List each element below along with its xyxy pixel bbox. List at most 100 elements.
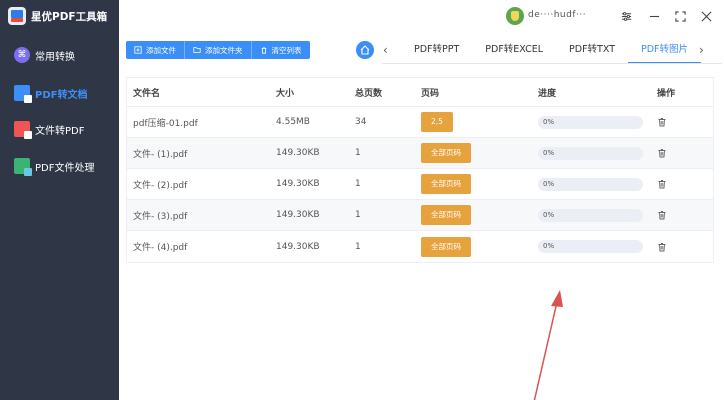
page-range-label[interactable]: 2,5 bbox=[421, 112, 453, 132]
file-size: 149.30KB bbox=[276, 210, 320, 220]
maximize-icon[interactable] bbox=[671, 7, 689, 25]
progress-bar: 0% bbox=[538, 177, 643, 191]
trash-icon bbox=[658, 149, 666, 158]
page-range-button[interactable]: 全部页码 bbox=[421, 143, 471, 163]
file-name: 文件- (2).pdf bbox=[133, 180, 188, 191]
table-header: 文件名 大小 总页数 页码 进度 操作 bbox=[127, 78, 713, 107]
file-name: pdf压缩-01.pdf bbox=[133, 118, 198, 129]
trash-icon bbox=[658, 118, 666, 127]
table-row[interactable]: 文件- (4).pdf 149.30KB 1 全部页码 0% bbox=[127, 231, 713, 262]
file-size: 149.30KB bbox=[276, 148, 320, 158]
page-count: 1 bbox=[355, 148, 361, 158]
grid-icon bbox=[14, 47, 30, 63]
progress-bar: 0% bbox=[538, 240, 643, 253]
close-icon[interactable] bbox=[697, 7, 715, 25]
progress-bar: 0% bbox=[538, 208, 643, 222]
tab-pdf-to-txt[interactable]: PDF转TXT bbox=[556, 42, 628, 64]
column-header-pages: 总页数 bbox=[355, 88, 383, 99]
progress-bar: 0% bbox=[538, 146, 643, 160]
progress-text: 0% bbox=[543, 210, 555, 219]
add-file-label: 添加文件 bbox=[146, 45, 176, 55]
table-body: pdf压缩-01.pdf 4.55MB 34 2,5 0% 文件- (1).pd… bbox=[127, 107, 713, 262]
toolbar: 添加文件 添加文件夹 清空列表 bbox=[126, 41, 310, 59]
delete-button[interactable] bbox=[657, 242, 667, 252]
table-row[interactable]: 文件- (2).pdf 149.30KB 1 全部页码 0% bbox=[127, 169, 713, 200]
trash-icon bbox=[658, 180, 666, 189]
file-size: 149.30KB bbox=[276, 179, 320, 189]
sidebar-item-common-convert[interactable]: 常用转换 bbox=[0, 44, 119, 66]
column-header-filename: 文件名 bbox=[133, 88, 161, 99]
delete-button[interactable] bbox=[657, 148, 667, 158]
delete-button[interactable] bbox=[657, 117, 667, 127]
page-range-button[interactable]: 全部页码 bbox=[421, 174, 471, 194]
clear-list-button[interactable]: 清空列表 bbox=[252, 41, 310, 59]
trash-icon bbox=[261, 47, 266, 54]
add-folder-button[interactable]: 添加文件夹 bbox=[185, 41, 252, 59]
file-name: 文件- (3).pdf bbox=[133, 211, 188, 222]
file-name: 文件- (4).pdf bbox=[133, 243, 188, 253]
tab-bar: PDF转PPT PDF转EXCEL PDF转TXT PDF转图片 bbox=[401, 42, 702, 64]
tab-pdf-to-excel[interactable]: PDF转EXCEL bbox=[472, 42, 556, 64]
file-to-pdf-icon bbox=[14, 121, 32, 139]
user-avatar[interactable] bbox=[506, 7, 524, 25]
file-table: 文件名 大小 总页数 页码 进度 操作 pdf压缩-01.pdf 4.55MB … bbox=[126, 77, 714, 263]
main-panel: 添加文件 添加文件夹 清空列表 ‹ › PDF转PPT PDF转EXCEL PD… bbox=[119, 34, 724, 400]
trash-icon bbox=[658, 211, 666, 220]
page-count: 34 bbox=[355, 117, 367, 127]
file-size: 4.55MB bbox=[276, 117, 310, 127]
trash-icon bbox=[658, 242, 666, 251]
page-range-label[interactable]: 全部页码 bbox=[421, 205, 471, 225]
settings-icon[interactable] bbox=[617, 7, 635, 25]
add-folder-label: 添加文件夹 bbox=[205, 45, 243, 55]
page-range-button[interactable]: 全部页码 bbox=[421, 236, 471, 257]
tabs-divider bbox=[382, 63, 722, 64]
column-header-size: 大小 bbox=[276, 88, 295, 99]
sidebar-item-pdf-to-doc[interactable]: PDF转文档 bbox=[0, 82, 119, 104]
pdf-doc-icon bbox=[14, 85, 32, 103]
app-title: 星优PDF工具箱 bbox=[31, 10, 108, 23]
page-range-button[interactable]: 2,5 bbox=[421, 112, 453, 132]
page-count: 1 bbox=[355, 241, 361, 252]
add-file-icon bbox=[134, 46, 142, 54]
progress-text: 0% bbox=[543, 148, 555, 157]
page-range-label[interactable]: 全部页码 bbox=[421, 236, 471, 257]
tab-pdf-to-ppt[interactable]: PDF转PPT bbox=[401, 42, 472, 64]
table-row[interactable]: 文件- (3).pdf 149.30KB 1 全部页码 0% bbox=[127, 200, 713, 231]
user-name[interactable]: de····hudf··· bbox=[528, 10, 586, 20]
sidebar-item-label: 常用转换 bbox=[35, 51, 75, 63]
brand: 星优PDF工具箱 bbox=[8, 6, 107, 26]
progress-text: 0% bbox=[543, 117, 555, 126]
sidebar-item-pdf-process[interactable]: PDF文件处理 bbox=[0, 155, 119, 177]
column-header-progress: 进度 bbox=[538, 88, 557, 99]
page-count: 1 bbox=[355, 179, 361, 189]
minimize-icon[interactable] bbox=[645, 7, 663, 25]
sidebar-item-label: PDF转文档 bbox=[35, 89, 88, 101]
table-row[interactable]: pdf压缩-01.pdf 4.55MB 34 2,5 0% bbox=[127, 107, 713, 138]
home-button[interactable] bbox=[356, 41, 374, 59]
sidebar: 星优PDF工具箱 常用转换 PDF转文档 文件转PDF PDF文件处理 bbox=[0, 0, 119, 400]
window-header: de····hudf··· bbox=[119, 0, 724, 34]
sidebar-item-file-to-pdf[interactable]: 文件转PDF bbox=[0, 118, 119, 140]
chevron-left-icon[interactable]: ‹ bbox=[383, 43, 388, 57]
tab-pdf-to-image[interactable]: PDF转图片 bbox=[628, 42, 702, 64]
progress-text: 0% bbox=[543, 179, 555, 188]
page-range-label[interactable]: 全部页码 bbox=[421, 143, 471, 163]
progress-bar: 0% bbox=[538, 115, 643, 129]
sidebar-item-label: PDF文件处理 bbox=[35, 162, 95, 174]
clear-list-label: 清空列表 bbox=[271, 45, 302, 55]
sidebar-item-label: 文件转PDF bbox=[35, 125, 85, 137]
file-size: 149.30KB bbox=[276, 241, 320, 252]
page-range-label[interactable]: 全部页码 bbox=[421, 174, 471, 194]
folder-icon bbox=[193, 47, 201, 53]
column-header-actions: 操作 bbox=[657, 88, 676, 99]
app-logo-icon bbox=[8, 7, 26, 25]
pdf-process-icon bbox=[14, 158, 32, 176]
delete-button[interactable] bbox=[657, 210, 667, 220]
delete-button[interactable] bbox=[657, 179, 667, 189]
page-count: 1 bbox=[355, 210, 361, 220]
table-row[interactable]: 文件- (1).pdf 149.30KB 1 全部页码 0% bbox=[127, 138, 713, 169]
file-name: 文件- (1).pdf bbox=[133, 149, 188, 160]
home-icon bbox=[360, 45, 370, 55]
add-file-button[interactable]: 添加文件 bbox=[126, 41, 185, 59]
page-range-button[interactable]: 全部页码 bbox=[421, 205, 471, 225]
